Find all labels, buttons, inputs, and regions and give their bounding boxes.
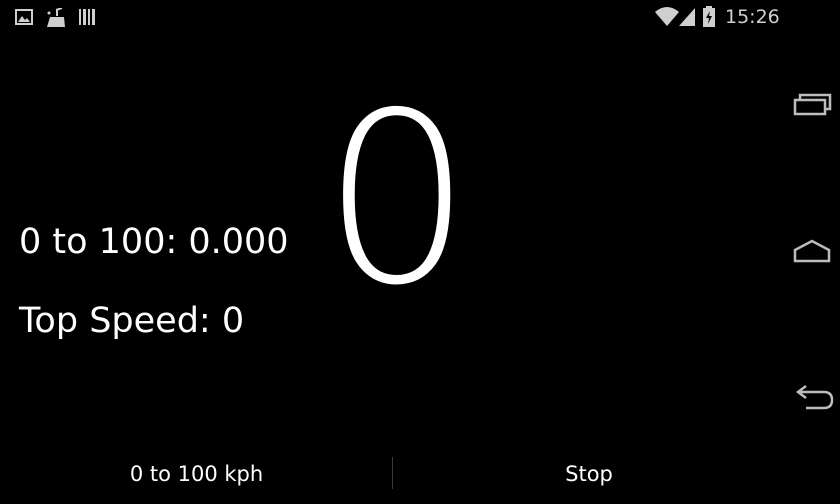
gallery-icon [15, 8, 33, 30]
button-bar: 0 to 100 kph Stop [0, 444, 778, 504]
mode-button[interactable]: 0 to 100 kph [0, 444, 393, 504]
stop-button[interactable]: Stop [394, 444, 784, 504]
speed-readout: 0 [322, 62, 472, 337]
barcode-icon [78, 8, 96, 30]
back-icon[interactable] [792, 384, 836, 418]
zero-to-hundred-time: 0 to 100: 0.000 [19, 222, 289, 262]
status-bar: 15:26 [0, 0, 780, 34]
signal-icon [677, 6, 697, 30]
home-icon[interactable] [792, 238, 832, 268]
top-speed: Top Speed: 0 [19, 301, 245, 341]
recent-apps-icon[interactable] [792, 92, 832, 122]
status-time: 15:26 [725, 6, 780, 28]
navigation-bar [778, 0, 840, 504]
cleaner-icon [45, 7, 67, 32]
battery-charging-icon [702, 6, 716, 32]
button-divider [392, 457, 393, 489]
